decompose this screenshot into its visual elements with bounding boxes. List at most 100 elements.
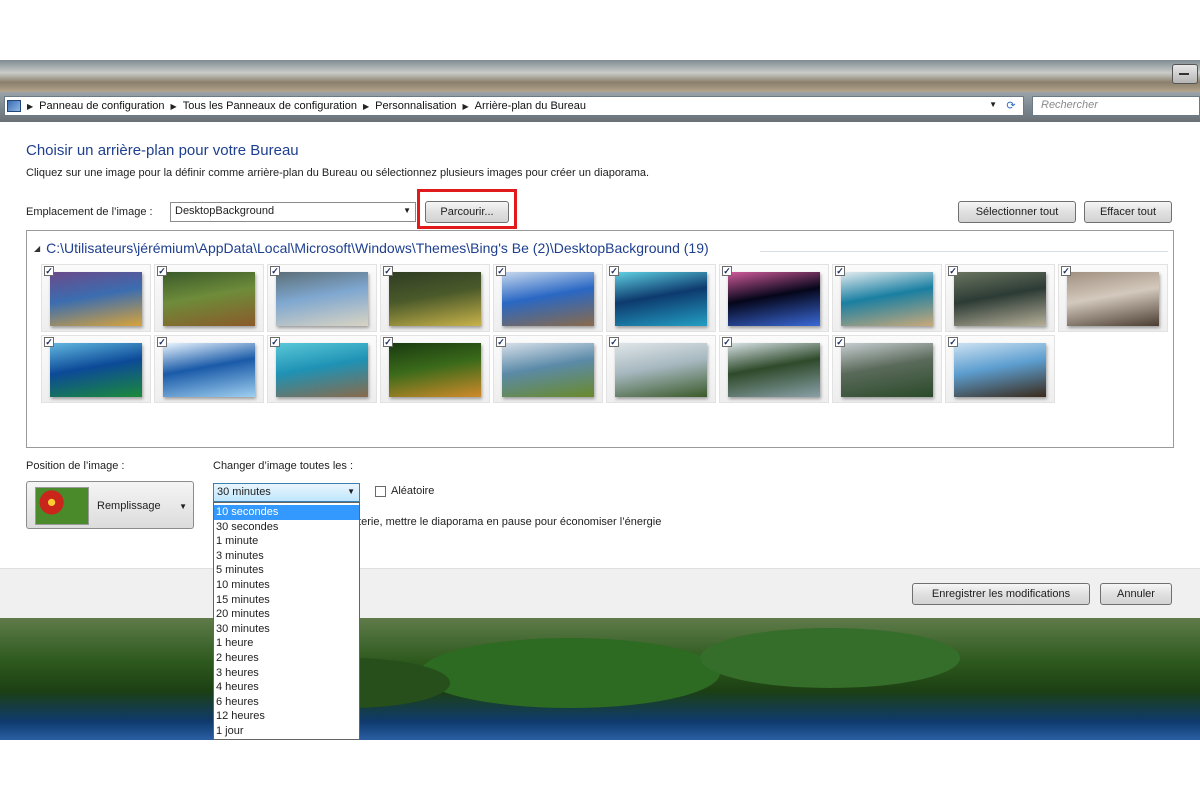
interval-option[interactable]: 20 minutes: [214, 607, 359, 622]
chevron-right-icon[interactable]: ▶: [171, 102, 177, 111]
position-select[interactable]: Remplissage ▼: [26, 481, 194, 529]
wallpaper-thumbnail[interactable]: ✓: [1058, 264, 1168, 332]
gallery-group-header[interactable]: ◢ C:\Utilisateurs\jérémium\AppData\Local…: [34, 240, 709, 256]
location-label: Emplacement de l’image :: [26, 206, 153, 218]
thumbnail-checkbox[interactable]: ✓: [722, 337, 732, 347]
thumbnail-checkbox[interactable]: ✓: [1061, 266, 1071, 276]
interval-option[interactable]: 1 heure: [214, 636, 359, 651]
select-all-button[interactable]: Sélectionner tout: [958, 201, 1076, 223]
chevron-down-icon: ▼: [347, 487, 355, 496]
wallpaper-thumbnail[interactable]: ✓: [945, 264, 1055, 332]
interval-select[interactable]: 30 minutes ▼: [213, 483, 360, 502]
wallpaper-thumbnail[interactable]: ✓: [41, 264, 151, 332]
restore-window-button[interactable]: [1172, 64, 1198, 84]
wallpaper-thumbnail[interactable]: ✓: [493, 264, 603, 332]
thumbnail-checkbox[interactable]: ✓: [835, 266, 845, 276]
interval-option[interactable]: 30 minutes: [214, 622, 359, 637]
thumbnail-image: [389, 272, 481, 326]
thumbnail-image: [841, 343, 933, 397]
interval-option[interactable]: 3 heures: [214, 666, 359, 681]
thumbnail-image: [615, 343, 707, 397]
location-select[interactable]: DesktopBackground ▼: [170, 202, 416, 222]
wallpaper-thumbnail[interactable]: ✓: [719, 335, 829, 403]
thumbnail-checkbox[interactable]: ✓: [609, 337, 619, 347]
thumbnail-image: [728, 343, 820, 397]
interval-option[interactable]: 10 minutes: [214, 578, 359, 593]
wallpaper-thumbnail[interactable]: ✓: [719, 264, 829, 332]
chevron-down-icon: ▼: [403, 206, 411, 215]
thumbnail-checkbox[interactable]: ✓: [270, 266, 280, 276]
shuffle-checkbox[interactable]: Aléatoire: [375, 485, 434, 497]
desktop-wallpaper: [0, 618, 1200, 740]
thumbnail-checkbox[interactable]: ✓: [157, 266, 167, 276]
wallpaper-thumbnail[interactable]: ✓: [380, 335, 490, 403]
checkbox-box[interactable]: [375, 485, 386, 497]
thumbnail-image: [615, 272, 707, 326]
interval-option[interactable]: 3 minutes: [214, 549, 359, 564]
interval-option[interactable]: 2 heures: [214, 651, 359, 666]
wallpaper-thumbnail[interactable]: ✓: [267, 335, 377, 403]
interval-dropdown-list[interactable]: 10 secondes 30 secondes 1 minute 3 minutes 5…: [213, 502, 360, 740]
interval-option[interactable]: 5 minutes: [214, 563, 359, 578]
interval-option[interactable]: 6 heures: [214, 695, 359, 710]
interval-option[interactable]: 1 jour: [214, 724, 359, 739]
thumbnail-checkbox[interactable]: ✓: [722, 266, 732, 276]
breadcrumb-item[interactable]: Arrière-plan du Bureau: [475, 100, 586, 112]
interval-option[interactable]: 10 secondes: [214, 505, 359, 520]
refresh-icon[interactable]: ⟳: [1003, 98, 1019, 114]
thumbnail-checkbox[interactable]: ✓: [44, 337, 54, 347]
thumbnail-checkbox[interactable]: ✓: [270, 337, 280, 347]
thumbnail-checkbox[interactable]: ✓: [383, 266, 393, 276]
wallpaper-thumbnail[interactable]: ✓: [832, 264, 942, 332]
wallpaper-thumbnail[interactable]: ✓: [606, 264, 716, 332]
wallpaper-thumbnail[interactable]: ✓: [493, 335, 603, 403]
wallpaper-thumbnail[interactable]: ✓: [606, 335, 716, 403]
thumbnail-image: [1067, 272, 1159, 326]
position-label: Position de l’image :: [26, 460, 125, 472]
thumbnail-image: [163, 272, 255, 326]
collapse-triangle-icon[interactable]: ◢: [34, 244, 40, 253]
breadcrumb-item[interactable]: Personnalisation: [375, 100, 456, 112]
interval-option[interactable]: 30 secondes: [214, 520, 359, 535]
thumbnail-checkbox[interactable]: ✓: [383, 337, 393, 347]
page-subtitle: Cliquez sur une image pour la définir co…: [26, 167, 650, 179]
chevron-right-icon[interactable]: ▶: [27, 102, 33, 111]
wallpaper-thumbnail[interactable]: ✓: [41, 335, 151, 403]
control-panel-icon: [7, 100, 21, 112]
thumbnail-checkbox[interactable]: ✓: [948, 266, 958, 276]
interval-option[interactable]: 12 heures: [214, 709, 359, 724]
breadcrumb-item[interactable]: Panneau de configuration: [39, 100, 164, 112]
interval-option[interactable]: 4 heures: [214, 680, 359, 695]
save-changes-button[interactable]: Enregistrer les modifications: [912, 583, 1090, 605]
wallpaper-thumbnail[interactable]: ✓: [380, 264, 490, 332]
thumbnail-image: [389, 343, 481, 397]
wallpaper-thumbnail[interactable]: ✓: [945, 335, 1055, 403]
thumbnail-checkbox[interactable]: ✓: [44, 266, 54, 276]
interval-option[interactable]: 1 minute: [214, 534, 359, 549]
thumbnail-checkbox[interactable]: ✓: [157, 337, 167, 347]
gallery-path: C:\Utilisateurs\jérémium\AppData\Local\M…: [46, 240, 709, 256]
chevron-down-icon[interactable]: ▼: [989, 100, 997, 109]
interval-option[interactable]: 15 minutes: [214, 593, 359, 608]
chevron-right-icon[interactable]: ▶: [463, 102, 469, 111]
thumbnail-image: [163, 343, 255, 397]
window-titlebar: [0, 60, 1200, 92]
wallpaper-thumbnail[interactable]: ✓: [154, 264, 264, 332]
thumbnail-image: [50, 272, 142, 326]
breadcrumb-item[interactable]: Tous les Panneaux de configuration: [183, 100, 357, 112]
thumbnail-checkbox[interactable]: ✓: [835, 337, 845, 347]
chevron-right-icon[interactable]: ▶: [363, 102, 369, 111]
cancel-button[interactable]: Annuler: [1100, 583, 1172, 605]
wallpaper-thumbnail[interactable]: ✓: [154, 335, 264, 403]
wallpaper-thumbnail[interactable]: ✓: [267, 264, 377, 332]
thumbnail-checkbox[interactable]: ✓: [496, 266, 506, 276]
clear-all-button[interactable]: Effacer tout: [1084, 201, 1172, 223]
thumbnail-checkbox[interactable]: ✓: [609, 266, 619, 276]
thumbnail-checkbox[interactable]: ✓: [948, 337, 958, 347]
page-title: Choisir un arrière-plan pour votre Burea…: [26, 142, 299, 159]
search-input[interactable]: Rechercher: [1032, 96, 1200, 116]
address-bar[interactable]: ▶ Panneau de configuration ▶ Tous les Pa…: [4, 96, 1024, 116]
thumbnail-checkbox[interactable]: ✓: [496, 337, 506, 347]
wallpaper-thumbnail[interactable]: ✓: [832, 335, 942, 403]
browse-highlight-box: [417, 189, 517, 229]
